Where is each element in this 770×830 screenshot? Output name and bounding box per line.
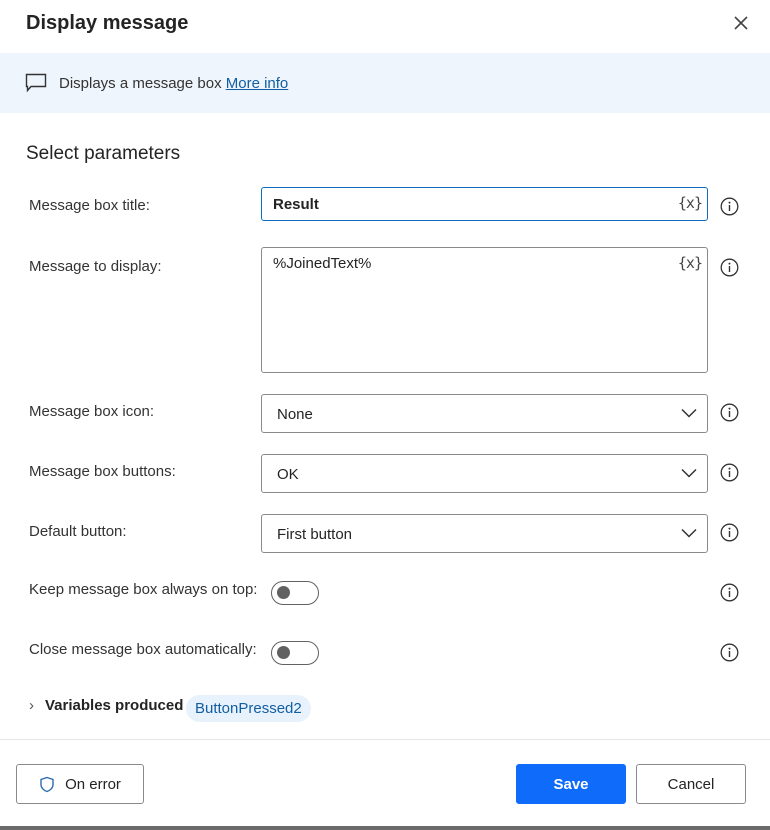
icon-label: Message box icon: — [29, 403, 155, 420]
info-icon[interactable] — [720, 197, 739, 216]
banner-text: Displays a message box More info — [59, 75, 288, 92]
auto-close-label: Close message box automatically: — [29, 641, 257, 658]
default-button-value: First button — [277, 526, 353, 543]
cancel-button[interactable]: Cancel — [636, 764, 746, 804]
variable-chip[interactable]: ButtonPressed2 — [186, 695, 311, 722]
default-button-label: Default button: — [29, 523, 127, 540]
chevron-down-icon — [681, 408, 697, 418]
on-error-button[interactable]: On error — [16, 764, 144, 804]
more-info-link[interactable]: More info — [226, 75, 289, 92]
buttons-label: Message box buttons: — [29, 463, 176, 480]
title-value: Result — [273, 196, 319, 213]
message-textarea[interactable]: %JoinedText% {x} — [261, 247, 708, 373]
chevron-down-icon — [681, 468, 697, 478]
message-label: Message to display: — [29, 258, 162, 275]
message-value: %JoinedText% — [273, 255, 372, 272]
always-on-top-toggle[interactable] — [271, 581, 319, 605]
default-button-dropdown[interactable]: First button — [261, 514, 708, 553]
info-icon[interactable] — [720, 463, 739, 482]
always-on-top-label: Keep message box always on top: — [29, 581, 258, 598]
save-button[interactable]: Save — [516, 764, 626, 804]
info-icon[interactable] — [720, 523, 739, 542]
toggle-knob — [277, 586, 290, 599]
chevron-down-icon — [681, 528, 697, 538]
title-variable-button[interactable]: {x} — [678, 194, 703, 212]
info-icon[interactable] — [720, 403, 739, 422]
on-error-label: On error — [65, 775, 121, 793]
close-icon — [734, 16, 748, 30]
variables-produced-toggle[interactable]: › Variables produced — [29, 697, 183, 714]
auto-close-toggle[interactable] — [271, 641, 319, 665]
title-input[interactable]: Result {x} — [261, 187, 708, 221]
dialog-title: Display message — [26, 12, 189, 34]
variables-produced-label: Variables produced — [45, 697, 184, 714]
buttons-dropdown[interactable]: OK — [261, 454, 708, 493]
title-label: Message box title: — [29, 197, 150, 214]
message-variable-button[interactable]: {x} — [678, 254, 703, 272]
close-button[interactable] — [730, 12, 752, 34]
icon-dropdown[interactable]: None — [261, 394, 708, 433]
window-edge — [0, 826, 770, 830]
info-icon[interactable] — [720, 258, 739, 277]
info-icon[interactable] — [720, 643, 739, 662]
info-icon[interactable] — [720, 583, 739, 602]
chevron-right-icon: › — [29, 697, 34, 714]
section-title: Select parameters — [26, 143, 181, 164]
toggle-knob — [277, 646, 290, 659]
icon-value: None — [277, 406, 313, 423]
buttons-value: OK — [277, 466, 299, 483]
info-banner: Displays a message box More info — [0, 53, 770, 113]
shield-icon — [40, 776, 54, 792]
footer-divider — [0, 739, 770, 740]
message-icon — [25, 73, 47, 93]
banner-description: Displays a message box — [59, 75, 226, 92]
